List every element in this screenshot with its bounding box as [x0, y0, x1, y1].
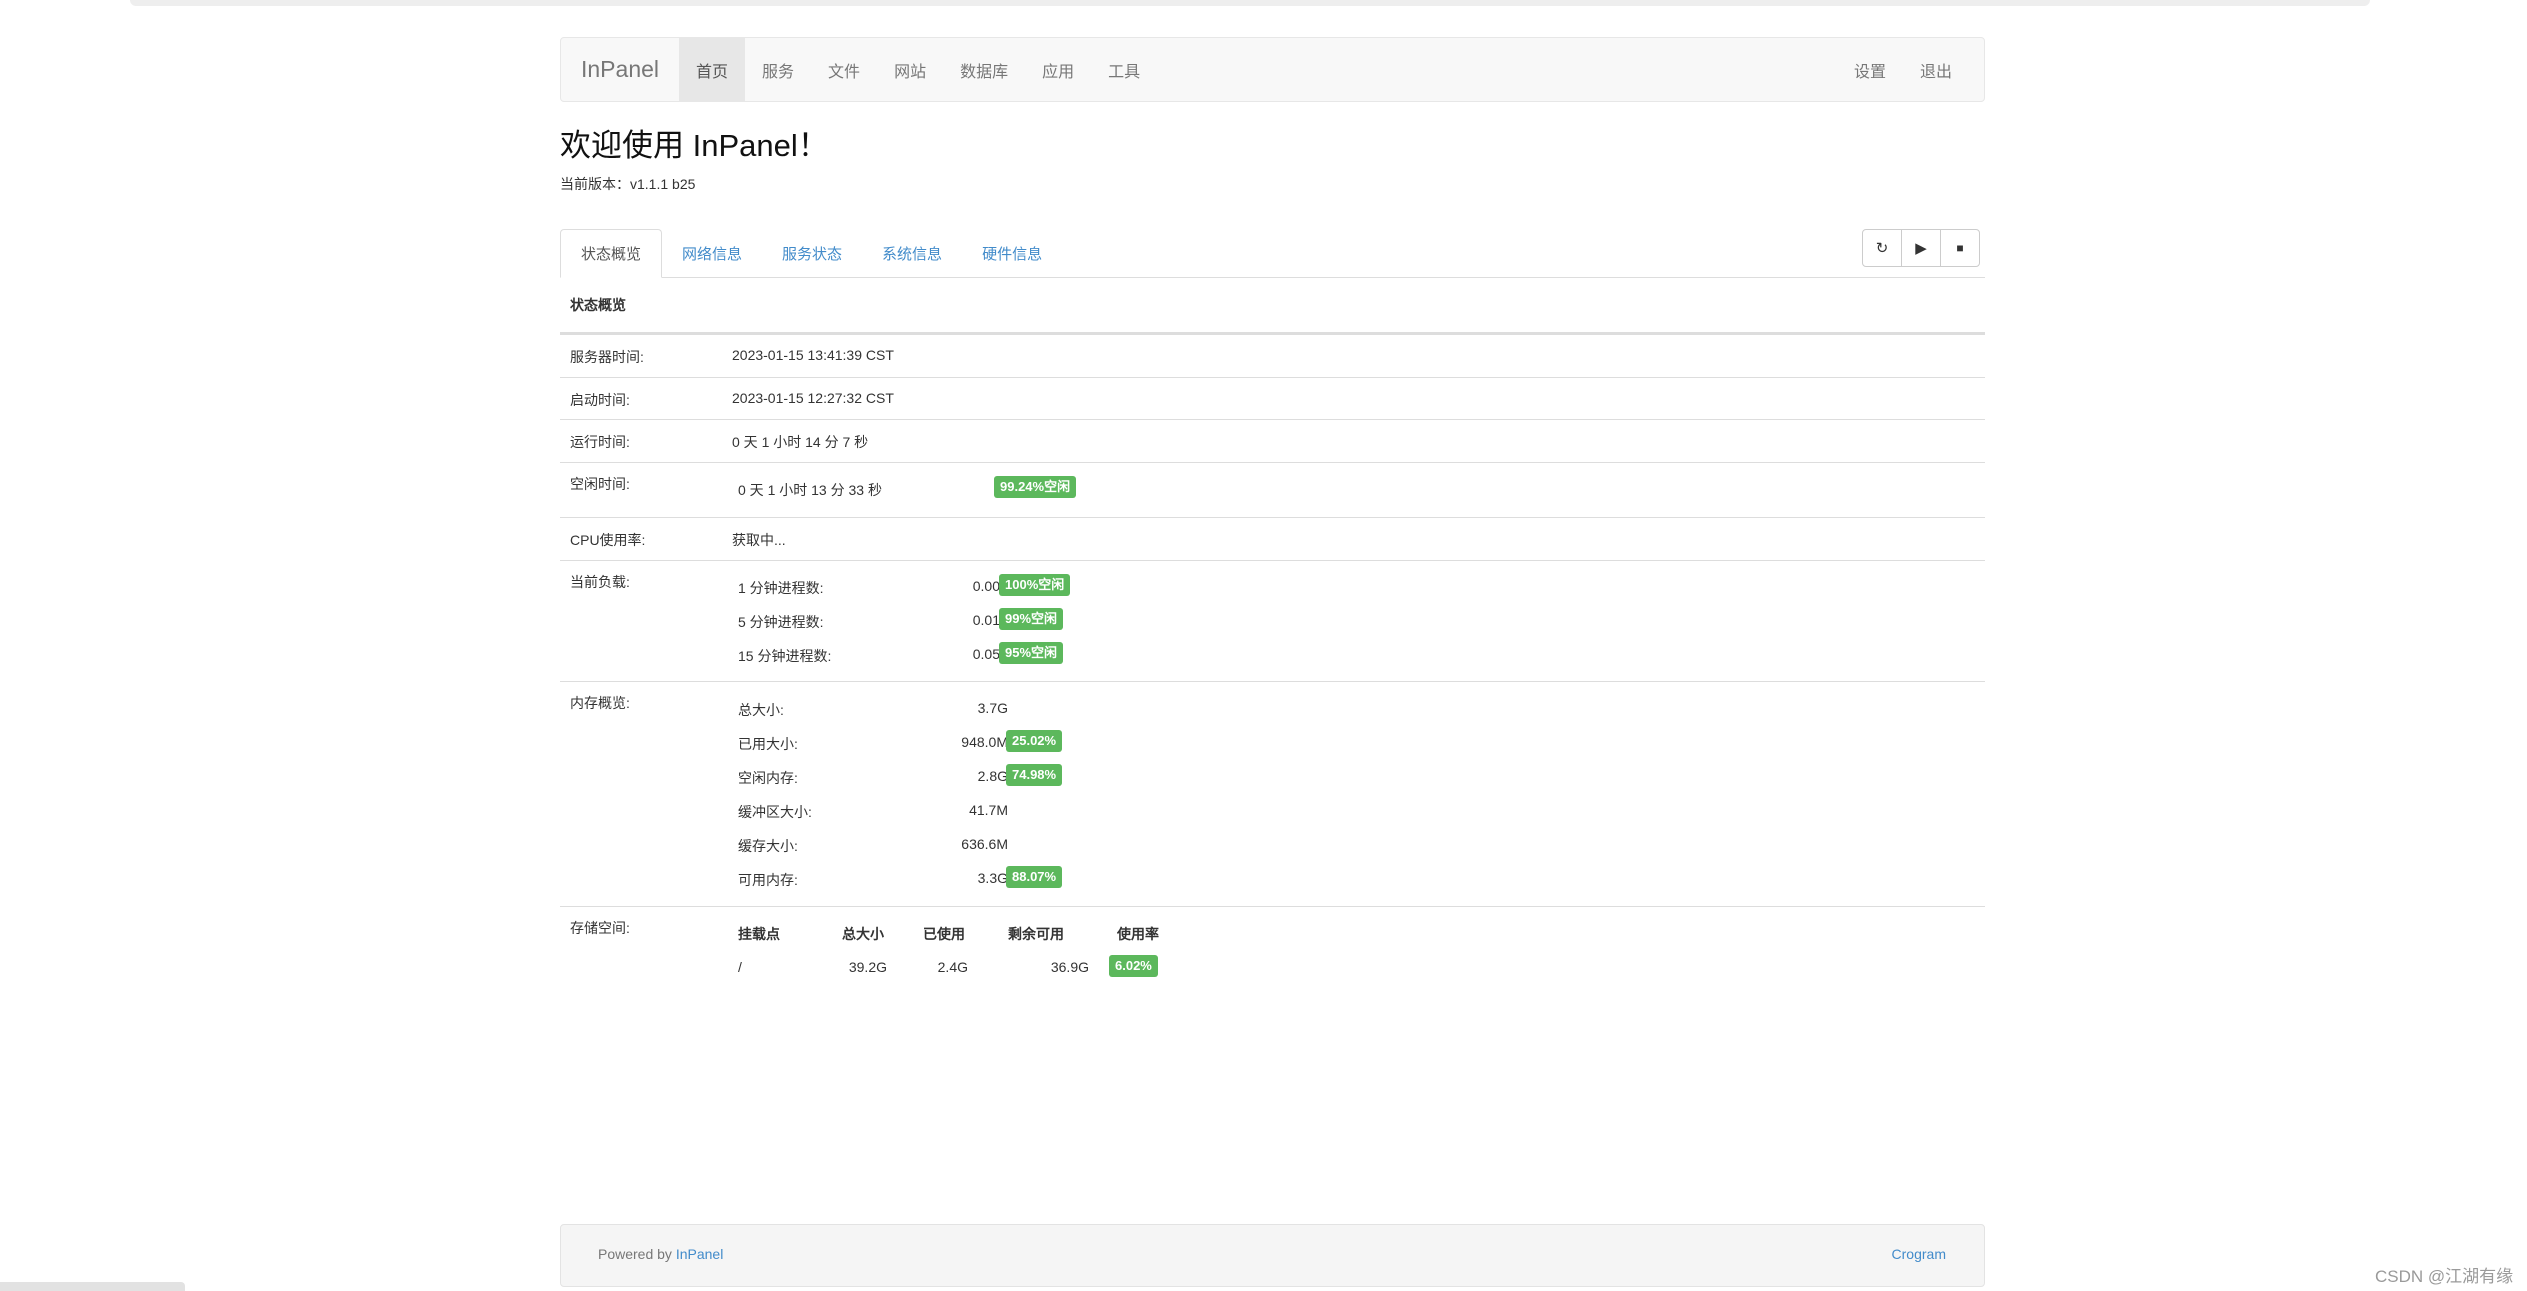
load-5min-badge: 99%空闲 [999, 608, 1064, 630]
storage-row: 存储空间: 挂载点 总大小 已使用 剩余可用 使用率 / 39.2G 2.4G … [560, 906, 1985, 996]
footer: Powered by InPanel Crogram [560, 1224, 1985, 1287]
memory-label: 内存概览: [570, 695, 630, 711]
load-row: 当前负载: 1 分钟进程数: 0.00 100%空闲 5 分钟进程数: 0.01… [560, 560, 1985, 681]
server-time-value: 2023-01-15 13:41:39 CST [732, 347, 894, 363]
watermark: CSDN @江湖有缘 [2375, 1267, 2514, 1286]
load-1min-label: 1 分钟进程数: [738, 580, 824, 596]
footer-crogram-link[interactable]: Crogram [1892, 1246, 1946, 1262]
mem-free-label: 空闲内存: [738, 770, 798, 786]
stop-icon: ■ [1956, 241, 1964, 255]
mem-free-badge: 74.98% [1006, 764, 1063, 786]
footer-powered-text: Powered by [598, 1246, 672, 1262]
tab-bar: 状态概览 网络信息 服务状态 系统信息 硬件信息 [560, 229, 1985, 278]
stop-button[interactable]: ■ [1940, 229, 1980, 267]
cpu-value: 获取中... [732, 532, 786, 548]
boot-time-row: 启动时间: 2023-01-15 12:27:32 CST [560, 377, 1985, 419]
mem-cache-label: 缓存大小: [738, 838, 798, 854]
tab-status-overview[interactable]: 状态概览 [560, 229, 663, 278]
server-time-label: 服务器时间: [570, 349, 644, 365]
tab-hardware-info[interactable]: 硬件信息 [962, 229, 1062, 277]
nav-item-sites[interactable]: 网站 [877, 38, 943, 101]
nav-item-tools[interactable]: 工具 [1091, 38, 1157, 101]
mem-total-label: 总大小: [738, 702, 784, 718]
cpu-label: CPU使用率: [570, 532, 646, 548]
mem-cache-value: 636.6M [961, 836, 1008, 852]
cpu-row: CPU使用率: 获取中... [560, 517, 1985, 560]
bottom-left-strip [0, 1282, 185, 1291]
mem-buffer-value: 41.7M [969, 802, 1008, 818]
storage-free-value: 36.9G [1050, 959, 1089, 975]
toolbar-button-group: ↻ ▶ ■ [1862, 229, 1980, 267]
idle-value: 0 天 1 小时 13 分 33 秒 [738, 482, 882, 498]
mem-available-badge: 88.07% [1006, 866, 1063, 888]
tab-system-info[interactable]: 系统信息 [862, 229, 962, 277]
nav-item-settings[interactable]: 设置 [1837, 38, 1903, 101]
idle-row: 空闲时间: 0 天 1 小时 13 分 33 秒 99.24%空闲 [560, 462, 1985, 517]
storage-header-free: 剩余可用 [1008, 926, 1064, 942]
mem-free-value: 2.8G [977, 768, 1008, 784]
navbar: InPanel 首页 服务 文件 网站 数据库 应用 工具 设置 退出 [560, 37, 1985, 102]
refresh-button[interactable]: ↻ [1862, 229, 1902, 267]
idle-badge: 99.24%空闲 [994, 476, 1077, 498]
storage-header-total: 总大小 [842, 926, 884, 942]
boot-time-label: 启动时间: [570, 392, 630, 408]
play-icon: ▶ [1915, 239, 1927, 257]
storage-header-usage: 使用率 [1117, 926, 1159, 942]
brand-logo[interactable]: InPanel [561, 38, 679, 101]
storage-header-used: 已使用 [923, 926, 965, 942]
status-heading: 状态概览 [570, 297, 626, 313]
storage-label: 存储空间: [570, 920, 630, 936]
tab-network-info[interactable]: 网络信息 [662, 229, 762, 277]
main-nav: 首页 服务 文件 网站 数据库 应用 工具 [679, 38, 1157, 101]
mem-used-label: 已用大小: [738, 736, 798, 752]
nav-item-apps[interactable]: 应用 [1025, 38, 1091, 101]
nav-item-home[interactable]: 首页 [679, 38, 746, 101]
mem-used-badge: 25.02% [1006, 730, 1063, 752]
mem-total-value: 3.7G [977, 700, 1008, 716]
mem-used-value: 948.0M [961, 734, 1008, 750]
load-5min-value: 0.01 [972, 612, 1000, 628]
nav-item-files[interactable]: 文件 [811, 38, 877, 101]
storage-total-value: 39.2G [848, 959, 887, 975]
boot-time-value: 2023-01-15 12:27:32 CST [732, 390, 894, 406]
mem-available-value: 3.3G [977, 870, 1008, 886]
nav-item-database[interactable]: 数据库 [943, 38, 1025, 101]
idle-label: 空闲时间: [570, 476, 630, 492]
status-heading-row: 状态概览 [560, 277, 1985, 334]
version-text: 当前版本：v1.1.1 b25 [560, 176, 696, 192]
mem-buffer-label: 缓冲区大小: [738, 804, 812, 820]
tab-service-status[interactable]: 服务状态 [762, 229, 862, 277]
load-5min-label: 5 分钟进程数: [738, 614, 824, 630]
uptime-value: 0 天 1 小时 14 分 7 秒 [732, 434, 869, 450]
storage-usage-badge: 6.02% [1109, 955, 1158, 977]
memory-row: 内存概览: 总大小: 3.7G 已用大小: 948.0M 25.02% 空闲内存… [560, 681, 1985, 906]
load-15min-value: 0.05 [972, 646, 1000, 662]
load-1min-value: 0.00 [972, 578, 1000, 594]
load-label: 当前负载: [570, 574, 630, 590]
play-button[interactable]: ▶ [1901, 229, 1941, 267]
refresh-icon: ↻ [1875, 239, 1889, 257]
mem-available-label: 可用内存: [738, 872, 798, 888]
load-1min-badge: 100%空闲 [999, 574, 1071, 596]
nav-item-logout[interactable]: 退出 [1903, 38, 1969, 101]
nav-item-services[interactable]: 服务 [745, 38, 811, 101]
storage-mount-value: / [738, 959, 742, 975]
server-time-row: 服务器时间: 2023-01-15 13:41:39 CST [560, 334, 1985, 377]
storage-header-mount: 挂载点 [738, 926, 780, 942]
browser-top-strip [130, 0, 2370, 6]
page-title: 欢迎使用 InPanel！ [560, 128, 829, 163]
storage-used-value: 2.4G [937, 959, 968, 975]
uptime-label: 运行时间: [570, 434, 630, 450]
footer-powered: Powered by InPanel [598, 1246, 723, 1262]
load-15min-badge: 95%空闲 [999, 642, 1064, 664]
uptime-row: 运行时间: 0 天 1 小时 14 分 7 秒 [560, 419, 1985, 462]
footer-inpanel-link[interactable]: InPanel [676, 1246, 723, 1262]
load-15min-label: 15 分钟进程数: [738, 648, 832, 664]
nav-right: 设置 退出 [1837, 38, 1984, 101]
